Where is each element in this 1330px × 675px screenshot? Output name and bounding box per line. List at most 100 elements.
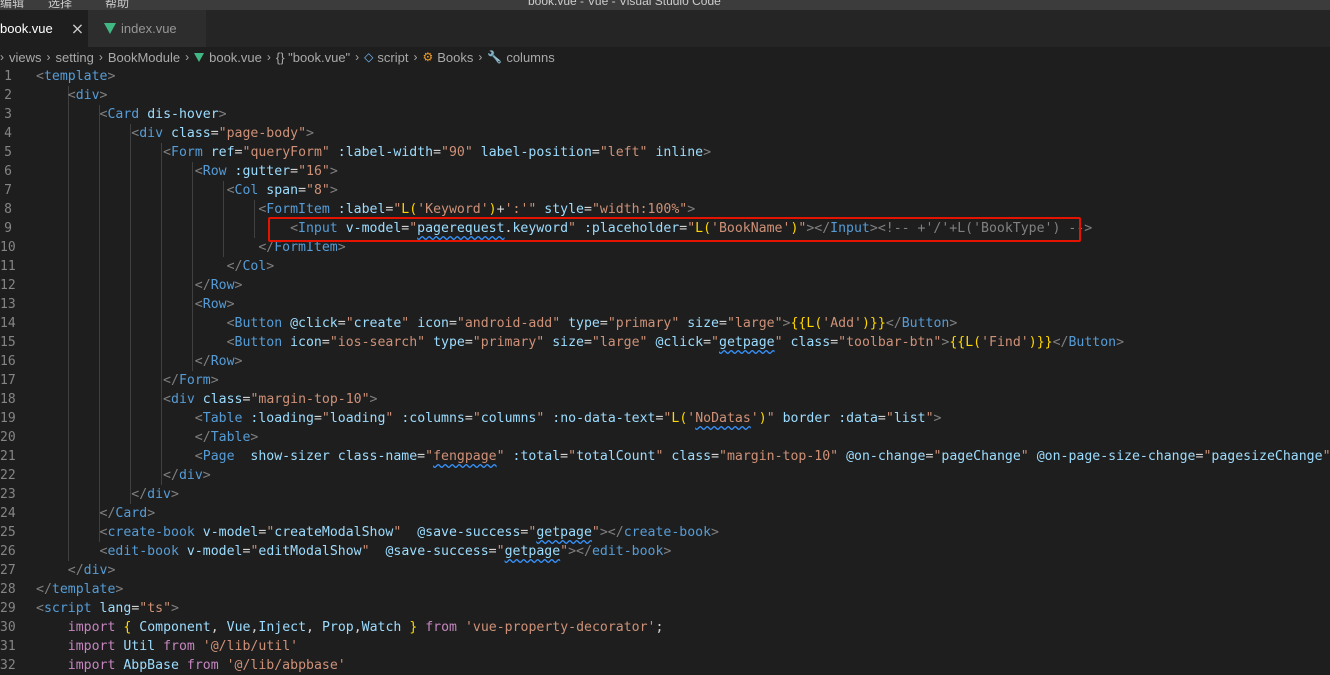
- code-token: "large": [726, 316, 783, 331]
- tab-book-vue[interactable]: book.vue ×: [0, 10, 88, 47]
- code-token: ": [1322, 449, 1330, 464]
- code-token: getpage: [536, 525, 592, 540]
- code-token: =: [830, 335, 839, 350]
- code-token: template: [51, 582, 116, 597]
- menu-item[interactable]: 帮助: [105, 0, 129, 10]
- code-token: 'vue-property-decorator': [464, 620, 656, 635]
- code-line: 29 <script lang="ts">: [0, 599, 1330, 618]
- chevron-right-icon: ›: [185, 50, 190, 64]
- breadcrumb-item[interactable]: setting: [56, 50, 94, 65]
- code-token: >: [171, 487, 179, 502]
- line-number: 8: [4, 202, 12, 217]
- code-token: "ts": [139, 601, 172, 616]
- code-token: <: [194, 297, 203, 312]
- code-token: editModalShow: [258, 544, 362, 559]
- line-code: </div>: [36, 466, 211, 485]
- close-icon[interactable]: ×: [71, 19, 84, 38]
- code-token: >: [949, 316, 958, 331]
- line-code: <Table :loading="loading" :columns="colu…: [36, 409, 942, 428]
- code-line: 4 <div class="page-body">: [0, 124, 1330, 143]
- code-token: edit-book: [591, 544, 664, 559]
- code-token: Button: [901, 316, 950, 331]
- code-token: <: [226, 335, 235, 350]
- code-token: Card: [107, 107, 140, 122]
- breadcrumb-item[interactable]: BookModule: [108, 50, 180, 65]
- code-line: 26 <edit-book v-model="editModalShow" @s…: [0, 542, 1330, 561]
- code-token: >: [115, 582, 124, 597]
- code-token: =: [703, 335, 712, 350]
- code-token: </: [99, 506, 116, 521]
- code-token: :data: [838, 411, 878, 426]
- code-line: 32 import AbpBase from '@/lib/abpbase': [0, 656, 1330, 675]
- breadcrumb-item[interactable]: script: [377, 50, 408, 65]
- tab-index-vue[interactable]: index.vue: [88, 10, 206, 47]
- code-token: >: [250, 430, 259, 445]
- code-line: 11 </Col>: [0, 257, 1330, 276]
- breadcrumb-item[interactable]: book.vue: [209, 50, 262, 65]
- line-code: </div>: [36, 561, 116, 580]
- code-token: ": [361, 544, 370, 559]
- code-token: :label: [337, 202, 386, 217]
- code-token: ": [568, 449, 577, 464]
- menu-item[interactable]: 编辑: [0, 0, 24, 10]
- code-token: Row: [210, 354, 235, 369]
- code-token: div: [75, 88, 100, 103]
- line-code: <Button icon="ios-search" type="primary"…: [36, 333, 1125, 352]
- line-number: 10: [0, 240, 16, 255]
- code-token: AbpBase: [123, 658, 179, 673]
- line-number: 21: [0, 449, 16, 464]
- code-line: 16 </Row>: [0, 352, 1330, 371]
- code-token: template: [43, 69, 108, 84]
- code-token: >: [663, 544, 672, 559]
- class-icon: ⚙: [422, 50, 434, 64]
- menu-item[interactable]: 选择: [48, 0, 72, 10]
- code-token: columns: [480, 411, 537, 426]
- breadcrumb-item[interactable]: Books: [437, 50, 473, 65]
- code-token: <: [194, 411, 203, 426]
- code-token: </: [163, 468, 179, 483]
- breadcrumb: › views › setting › BookModule › book.vu…: [0, 47, 1330, 67]
- code-token: +: [496, 202, 505, 217]
- code-token: >: [933, 411, 942, 426]
- code-token: "8": [306, 183, 330, 198]
- breadcrumb-item[interactable]: {} "book.vue": [276, 50, 350, 65]
- line-number: 23: [0, 487, 16, 502]
- code-token: >: [210, 373, 219, 388]
- line-number: 2: [4, 88, 12, 103]
- code-token: fengpage: [433, 449, 497, 464]
- line-code: <Row :gutter="16">: [36, 162, 338, 181]
- line-code: <div class="margin-top-10">: [36, 390, 377, 409]
- code-token: :gutter: [234, 164, 291, 179]
- code-line: 18 <div class="margin-top-10">: [0, 390, 1330, 409]
- line-number: 25: [0, 525, 16, 540]
- code-token: }}: [869, 316, 886, 331]
- code-token: FormItem: [274, 240, 338, 255]
- code-token: </: [67, 563, 84, 578]
- breadcrumb-item[interactable]: views: [9, 50, 42, 65]
- breadcrumb-item[interactable]: columns: [506, 50, 554, 65]
- code-token: ): [1028, 335, 1037, 350]
- chevron-right-icon: ›: [478, 50, 483, 64]
- code-token: :columns: [401, 411, 465, 426]
- code-token: >: [107, 69, 116, 84]
- code-token: :no-data-text: [552, 411, 656, 426]
- code-token: @on-page-size-change: [1036, 449, 1196, 464]
- code-token: v-model: [202, 525, 259, 540]
- code-line: 21 <Page show-sizer class-name="fengpage…: [0, 447, 1330, 466]
- code-token: >: [329, 164, 338, 179]
- code-editor[interactable]: 1 <template> 2 <div> 3 <Card dis-hover> 4 <d…: [0, 67, 1330, 675]
- line-code: import { Component, Vue,Inject, Prop,Wat…: [36, 618, 664, 637]
- code-token: :loading: [250, 411, 314, 426]
- line-number: 31: [0, 639, 16, 654]
- line-number: 6: [4, 164, 12, 179]
